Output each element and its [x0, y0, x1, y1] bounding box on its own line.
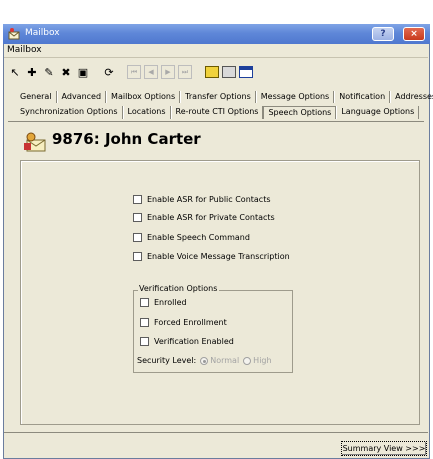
tab-addresses[interactable]: Addresses [390, 91, 433, 103]
speech-command-checkbox[interactable] [133, 233, 142, 242]
title-bar[interactable]: Mailbox ? × [3, 24, 430, 44]
tab-synchronization-options[interactable]: Synchronization Options [20, 106, 123, 119]
enrolled-label: Enrolled [154, 298, 187, 307]
voice-transcription-option[interactable]: Enable Voice Message Transcription [133, 252, 290, 261]
tab-speech-options[interactable]: Speech Options [263, 106, 337, 119]
voice-transcription-checkbox[interactable] [133, 252, 142, 261]
asr-public-contacts-option[interactable]: Enable ASR for Public Contacts [133, 195, 271, 204]
toolbar-separator [195, 64, 203, 80]
edit-icon[interactable]: ✎ [41, 64, 57, 80]
asr-public-contacts-label: Enable ASR for Public Contacts [147, 195, 271, 204]
forced-enrollment-label: Forced Enrollment [154, 318, 227, 327]
tab-divider [8, 121, 424, 122]
security-high-label: High [253, 356, 272, 365]
mailbox-user-icon [24, 132, 46, 152]
tab-mailbox-options[interactable]: Mailbox Options [106, 91, 181, 103]
forced-enrollment-checkbox[interactable] [140, 318, 149, 327]
tab-advanced[interactable]: Advanced [56, 91, 107, 103]
security-level-label: Security Level: [137, 356, 197, 365]
asr-private-contacts-checkbox[interactable] [133, 213, 142, 222]
last-record-icon[interactable]: ⏭ [178, 65, 192, 79]
help-button[interactable]: ? [372, 27, 394, 41]
summary-view-button[interactable]: Summary View >>> [341, 441, 427, 456]
toolbar-separator [118, 64, 126, 80]
speech-command-option[interactable]: Enable Speech Command [133, 233, 250, 242]
enrolled-checkbox[interactable] [140, 298, 149, 307]
speech-command-label: Enable Speech Command [147, 233, 250, 242]
properties-icon[interactable] [221, 64, 237, 80]
menu-divider [4, 57, 428, 58]
menu-item-mailbox[interactable]: Mailbox [7, 45, 42, 55]
refresh-icon[interactable]: ⟳ [101, 64, 117, 80]
window-title: Mailbox [25, 28, 60, 38]
mailbox-app-icon [8, 28, 20, 40]
menu-bar: Mailbox [7, 45, 42, 55]
verification-enabled-option[interactable]: Verification Enabled [140, 337, 234, 346]
security-high-radio[interactable] [243, 356, 252, 365]
folder-icon[interactable] [204, 64, 220, 80]
toolbar: ↖ ✚ ✎ ✖ ▣ ⟳ ⏮ ◀ ▶ ⏭ [7, 63, 255, 81]
security-normal-radio[interactable] [200, 356, 209, 365]
page-title: 9876: John Carter [52, 130, 201, 148]
asr-public-contacts-checkbox[interactable] [133, 195, 142, 204]
verification-enabled-checkbox[interactable] [140, 337, 149, 346]
tab-message-options[interactable]: Message Options [255, 91, 335, 103]
toolbar-separator [92, 64, 100, 80]
previous-record-icon[interactable]: ◀ [144, 65, 158, 79]
tab-notification[interactable]: Notification [334, 91, 391, 103]
tab-row-1: General Advanced Mailbox Options Transfe… [20, 91, 433, 103]
security-level-row: Security Level: Normal High [137, 356, 272, 365]
verification-options-title: Verification Options [138, 284, 220, 293]
first-record-icon[interactable]: ⏮ [127, 65, 141, 79]
verification-enabled-label: Verification Enabled [154, 337, 234, 346]
tab-row-2: Synchronization Options Locations Re-rou… [20, 106, 420, 119]
voice-transcription-label: Enable Voice Message Transcription [147, 252, 290, 261]
enrolled-option[interactable]: Enrolled [140, 298, 187, 307]
asr-private-contacts-label: Enable ASR for Private Contacts [147, 213, 275, 222]
list-view-icon[interactable] [238, 64, 254, 80]
next-record-icon[interactable]: ▶ [161, 65, 175, 79]
save-icon[interactable]: ▣ [75, 64, 91, 80]
tab-language-options[interactable]: Language Options [336, 106, 420, 119]
delete-icon[interactable]: ✖ [58, 64, 74, 80]
close-button[interactable]: × [403, 27, 425, 41]
tab-reroute-cti-options[interactable]: Re-route CTI Options [170, 106, 264, 119]
add-icon[interactable]: ✚ [24, 64, 40, 80]
tab-transfer-options[interactable]: Transfer Options [180, 91, 256, 103]
forced-enrollment-option[interactable]: Forced Enrollment [140, 318, 227, 327]
tab-locations[interactable]: Locations [122, 106, 171, 119]
security-normal-label: Normal [210, 356, 240, 365]
cursor-icon[interactable]: ↖ [7, 64, 23, 80]
footer-divider [4, 432, 428, 433]
tab-general[interactable]: General [20, 91, 57, 103]
asr-private-contacts-option[interactable]: Enable ASR for Private Contacts [133, 213, 275, 222]
